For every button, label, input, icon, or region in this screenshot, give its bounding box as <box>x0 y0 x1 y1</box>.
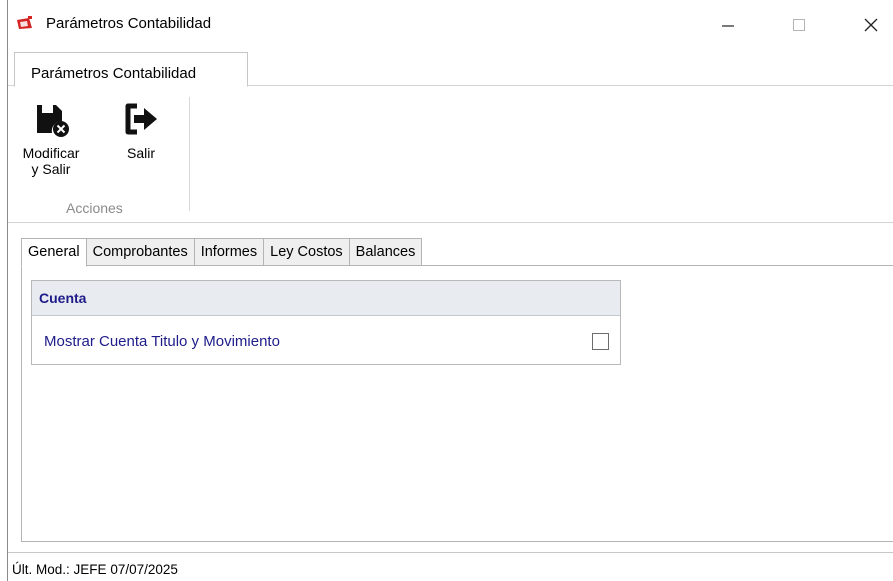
cuenta-group-header: Cuenta <box>32 281 620 316</box>
exit-icon <box>125 103 157 135</box>
maximize-icon <box>793 19 805 31</box>
status-user: JEFE <box>73 562 107 577</box>
cuenta-group: Cuenta Mostrar Cuenta Titulo y Movimient… <box>31 280 621 365</box>
option-row-mostrar-cuenta[interactable]: Mostrar Cuenta Titulo y Movimiento <box>32 317 620 365</box>
ribbon-body: Modificar y Salir Salir Acciones <box>8 87 893 223</box>
minimize-button[interactable] <box>708 10 748 40</box>
status-bar: Últ. Mod.: JEFE 07/07/2025 <box>8 552 893 581</box>
ribbon-group-separator <box>189 97 190 211</box>
save-close-icon <box>37 105 69 137</box>
mostrar-cuenta-checkbox[interactable] <box>592 333 609 350</box>
status-text: Últ. Mod.: JEFE 07/07/2025 <box>12 562 178 577</box>
salir-button[interactable]: Salir <box>118 93 164 161</box>
maximize-button[interactable] <box>779 10 819 40</box>
tab-ley-costos[interactable]: Ley Costos <box>263 238 350 266</box>
status-date: 07/07/2025 <box>110 562 178 577</box>
tab-general[interactable]: General <box>21 238 87 267</box>
window-title: Parámetros Contabilidad <box>46 15 212 32</box>
status-label: Últ. Mod.: <box>12 562 70 577</box>
ribbon-group-label: Acciones <box>66 200 123 216</box>
title-bar: Parámetros Contabilidad <box>8 0 893 48</box>
ribbon-tab-parametros[interactable]: Parámetros Contabilidad <box>14 52 248 87</box>
mostrar-cuenta-label: Mostrar Cuenta Titulo y Movimiento <box>44 333 280 350</box>
main-content: General Comprobantes Informes Ley Costos… <box>8 224 893 550</box>
tab-informes[interactable]: Informes <box>193 238 265 266</box>
tab-comprobantes[interactable]: Comprobantes <box>85 238 195 266</box>
tab-strip: General Comprobantes Informes Ley Costos… <box>21 238 423 267</box>
app-logo-icon <box>17 16 32 29</box>
salir-label: Salir <box>126 145 155 161</box>
close-icon <box>864 18 878 32</box>
modificar-label-line2: y Salir <box>31 161 71 177</box>
ribbon-tab-bar: Parámetros Contabilidad <box>8 48 893 87</box>
minimize-icon <box>722 25 734 27</box>
tab-balances[interactable]: Balances <box>348 238 423 266</box>
modificar-y-salir-button[interactable]: Modificar y Salir <box>16 93 86 177</box>
modificar-label-line1: Modificar <box>22 145 80 161</box>
close-button[interactable] <box>851 10 891 40</box>
